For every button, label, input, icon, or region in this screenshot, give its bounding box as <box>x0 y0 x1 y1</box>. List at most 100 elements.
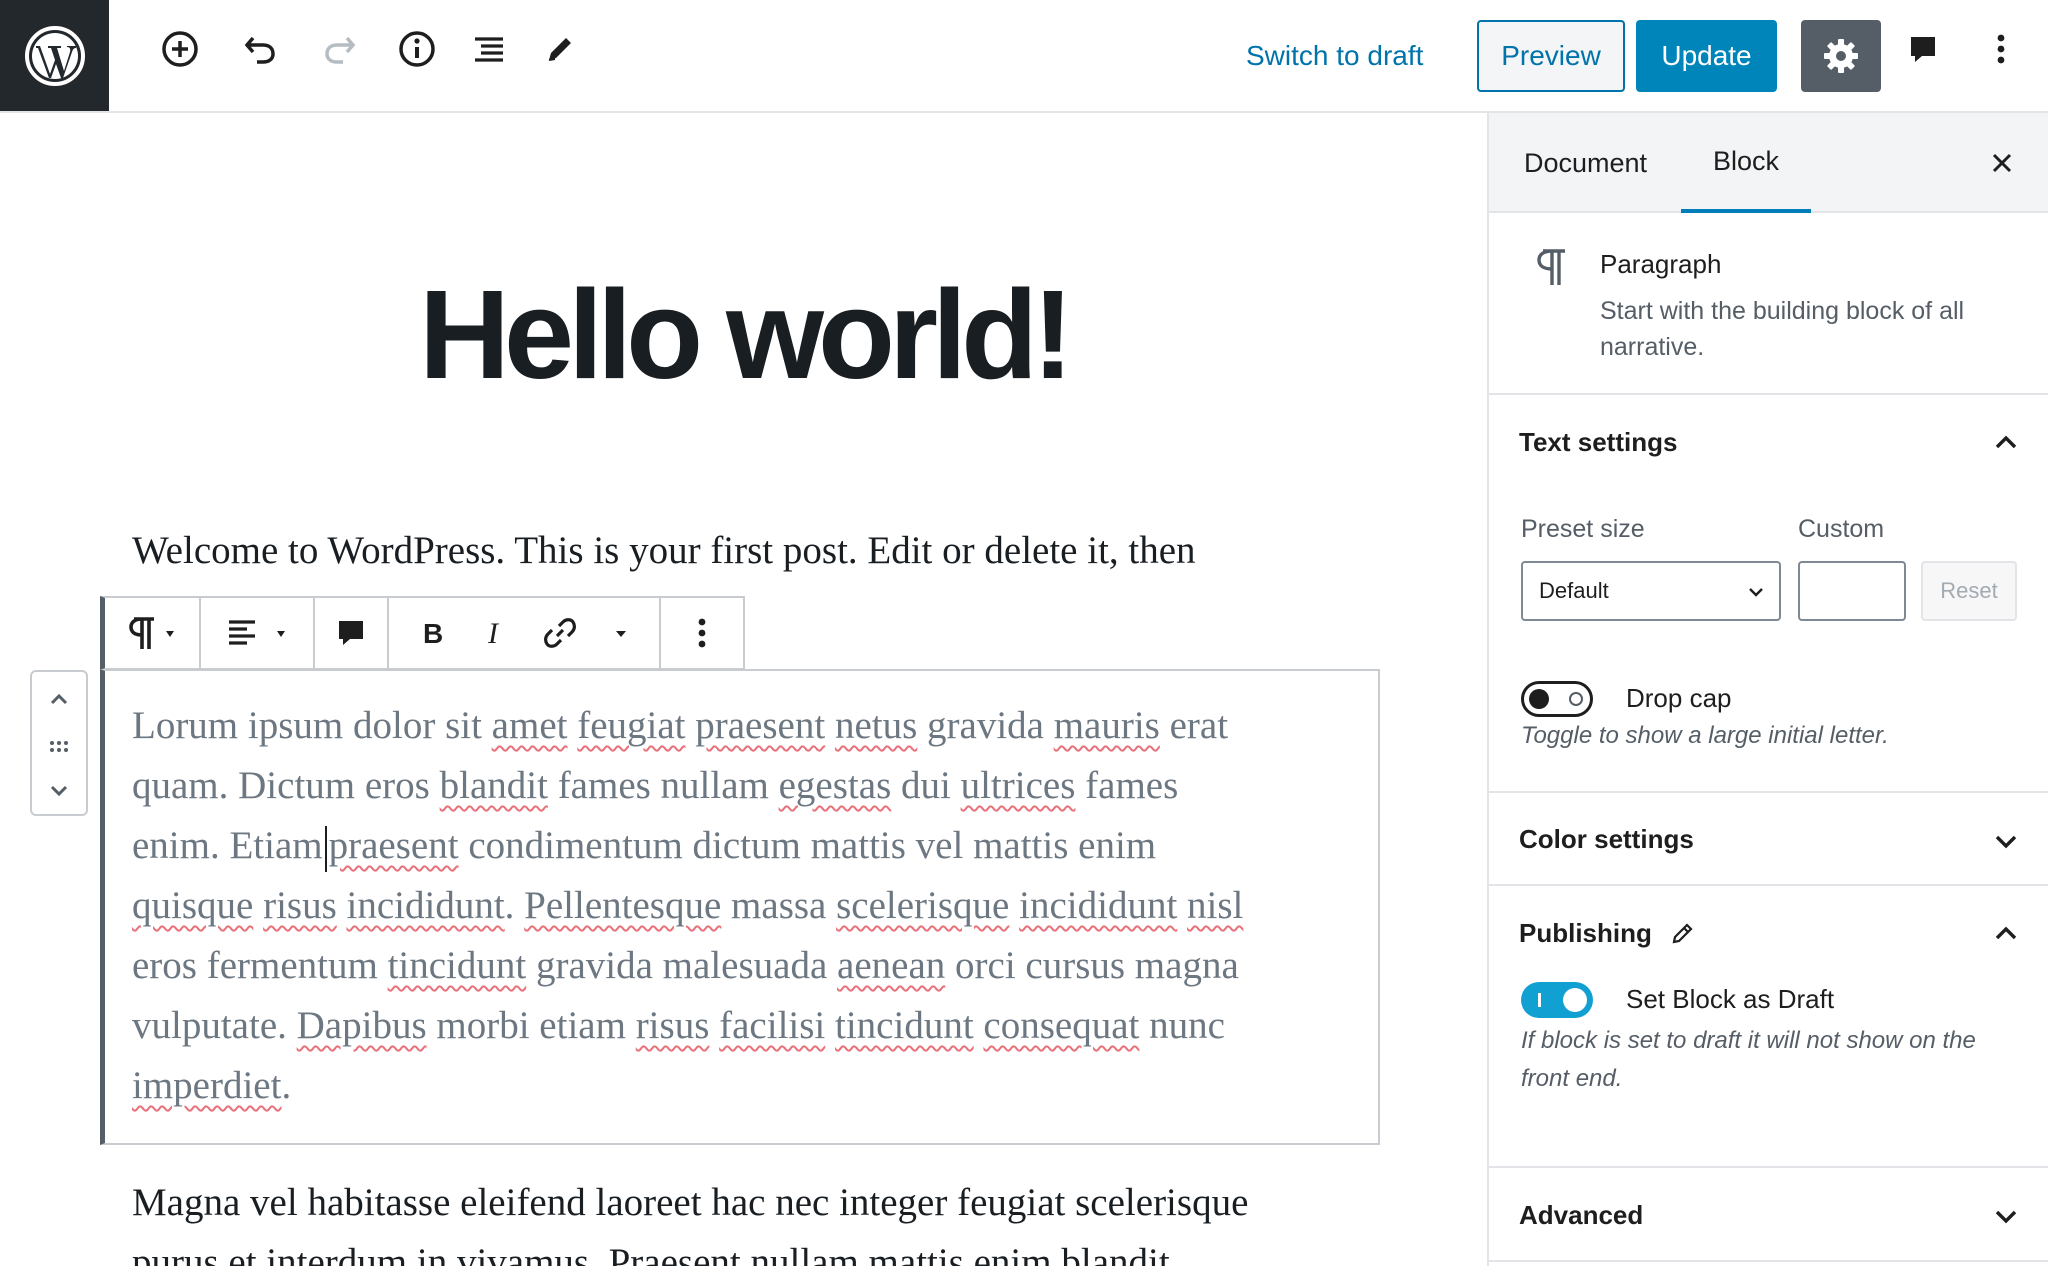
chevron-down-icon <box>615 631 626 637</box>
drop-cap-label: Drop cap <box>1626 683 1732 713</box>
misspelled-word: incididunt <box>346 884 505 927</box>
drag-handle-icon <box>50 741 68 752</box>
preset-size-value: Default <box>1539 578 1609 603</box>
wordpress-logo-icon[interactable] <box>0 0 109 111</box>
update-button[interactable]: Update <box>1636 20 1777 92</box>
publishing-toggle[interactable]: Publishing <box>1489 886 2048 980</box>
drop-cap-toggle[interactable] <box>1521 681 1593 717</box>
misspelled-word: Pellentesque <box>524 884 722 927</box>
italic-icon: I <box>487 617 500 650</box>
preset-size-select[interactable]: Default <box>1521 561 1781 621</box>
chevron-down-icon <box>1995 835 2017 849</box>
move-down-button[interactable] <box>32 768 86 812</box>
misspelled-word: risus <box>635 1004 710 1047</box>
info-icon[interactable] <box>388 20 446 78</box>
preview-button[interactable]: Preview <box>1477 20 1625 92</box>
publishing-panel: Publishing Set Block as Draft If block i… <box>1489 886 2048 1168</box>
misspelled-word: tincidunt <box>835 1004 974 1047</box>
misspelled-word: imperdiet <box>132 1064 282 1107</box>
custom-size-input[interactable] <box>1798 561 1906 621</box>
tab-document[interactable]: Document <box>1524 113 1647 213</box>
paragraph-line: Lorum ipsum dolor sit amet feugiat praes… <box>132 704 1229 747</box>
svg-text:B: B <box>423 618 443 649</box>
panel-title: Advanced <box>1519 1199 1644 1230</box>
misspelled-word: tincidunt <box>387 944 527 987</box>
settings-sidebar: Document Block Paragraph Start with the … <box>1487 113 2048 1266</box>
paragraph-line: quisque risus incididunt. Pellentesque m… <box>132 884 1244 927</box>
bold-button[interactable]: B <box>405 598 459 668</box>
link-icon <box>544 618 577 648</box>
paragraph-line: imperdiet. <box>132 1064 292 1107</box>
paragraph-line: Magna vel habitasse eleifend laoreet hac… <box>132 1181 1249 1224</box>
paragraph-icon <box>129 617 174 649</box>
block-draft-toggle[interactable] <box>1521 982 1593 1018</box>
block-mover <box>30 670 88 816</box>
align-text-button[interactable] <box>213 598 301 668</box>
gear-icon <box>1824 39 1858 73</box>
move-up-button[interactable] <box>32 678 86 722</box>
color-settings-toggle[interactable]: Color settings <box>1489 793 2048 886</box>
more-vertical-icon <box>698 618 706 648</box>
advanced-panel: Advanced <box>1489 1168 2048 1262</box>
panel-title: Color settings <box>1519 824 1694 854</box>
more-formatting-button[interactable] <box>599 598 643 668</box>
misspelled-word: feugiat <box>577 704 686 747</box>
chevron-down-icon <box>1749 588 1763 597</box>
chevron-up-icon <box>1995 926 2017 940</box>
block-draft-help: If block is set to draft it will not sho… <box>1521 1027 1976 1092</box>
misspelled-word: facilisi <box>719 1004 826 1047</box>
misspelled-word: egestas <box>778 764 892 807</box>
switch-to-draft-button[interactable]: Switch to draft <box>1230 20 1439 92</box>
block-toolbar: B I <box>100 596 745 670</box>
block-type-switcher[interactable] <box>117 598 187 668</box>
misspelled-word: quisque <box>132 884 254 927</box>
selected-paragraph[interactable]: Lorum ipsum dolor sit amet feugiat praes… <box>132 696 1362 1116</box>
misspelled-word: blandit <box>439 764 548 807</box>
paragraph-block[interactable]: Welcome to WordPress. This is your first… <box>132 521 1372 581</box>
undo-icon[interactable] <box>231 20 289 78</box>
italic-button[interactable]: I <box>468 598 522 668</box>
close-sidebar-button[interactable] <box>1984 145 2020 181</box>
chevron-down-icon <box>50 785 68 797</box>
chevron-down-icon <box>1995 1210 2017 1224</box>
block-options-button[interactable] <box>673 598 731 668</box>
panel-title: Publishing <box>1519 917 1652 948</box>
block-description: Start with the building block of all nar… <box>1600 297 1965 361</box>
paragraph-block[interactable]: Magna vel habitasse eleifend laoreet hac… <box>132 1173 1372 1266</box>
settings-button[interactable] <box>1801 20 1881 92</box>
misspelled-word: netus <box>834 704 918 747</box>
drop-cap-help: Toggle to show a large initial letter. <box>1521 722 1889 749</box>
misspelled-word: ultrices <box>960 764 1076 807</box>
misspelled-word: praesent <box>328 824 459 867</box>
misspelled-word: Dapibus <box>296 1004 427 1047</box>
close-icon <box>1992 153 2012 173</box>
drag-handle[interactable] <box>32 724 86 768</box>
tab-block[interactable]: Block <box>1681 113 1811 213</box>
outline-icon[interactable] <box>460 20 518 78</box>
more-vertical-icon[interactable] <box>1972 20 2030 78</box>
bold-icon: B <box>423 618 443 649</box>
text-settings-panel: Text settings Preset size Custom Default… <box>1489 395 2048 793</box>
sidebar-tabs: Document Block <box>1489 113 2048 213</box>
comment-icon[interactable] <box>1894 20 1952 78</box>
misspelled-word: aenean <box>837 944 946 987</box>
misspelled-word: praesent <box>695 704 826 747</box>
text-settings-toggle[interactable]: Text settings <box>1489 395 2048 489</box>
comment-block-button[interactable] <box>327 598 375 668</box>
block-name: Paragraph <box>1600 249 1722 279</box>
chevron-up-icon <box>1995 435 2017 449</box>
misspelled-word: scelerisque <box>836 884 1010 927</box>
advanced-toggle[interactable]: Advanced <box>1489 1168 2048 1262</box>
tools-pencil-icon[interactable] <box>531 20 589 78</box>
reset-button[interactable]: Reset <box>1921 561 2017 621</box>
link-button[interactable] <box>530 598 590 668</box>
chevron-up-icon <box>50 693 68 705</box>
add-block-icon[interactable] <box>151 20 209 78</box>
paragraph-line: eros fermentum tincidunt gravida malesua… <box>132 944 1239 987</box>
misspelled-word: incididunt <box>1019 884 1178 927</box>
misspelled-word: mauris <box>1053 704 1160 747</box>
redo-icon <box>311 20 369 78</box>
pencil-icon <box>1672 923 1693 944</box>
block-draft-label: Set Block as Draft <box>1626 984 1835 1014</box>
post-title[interactable]: Hello world! <box>0 260 1487 410</box>
